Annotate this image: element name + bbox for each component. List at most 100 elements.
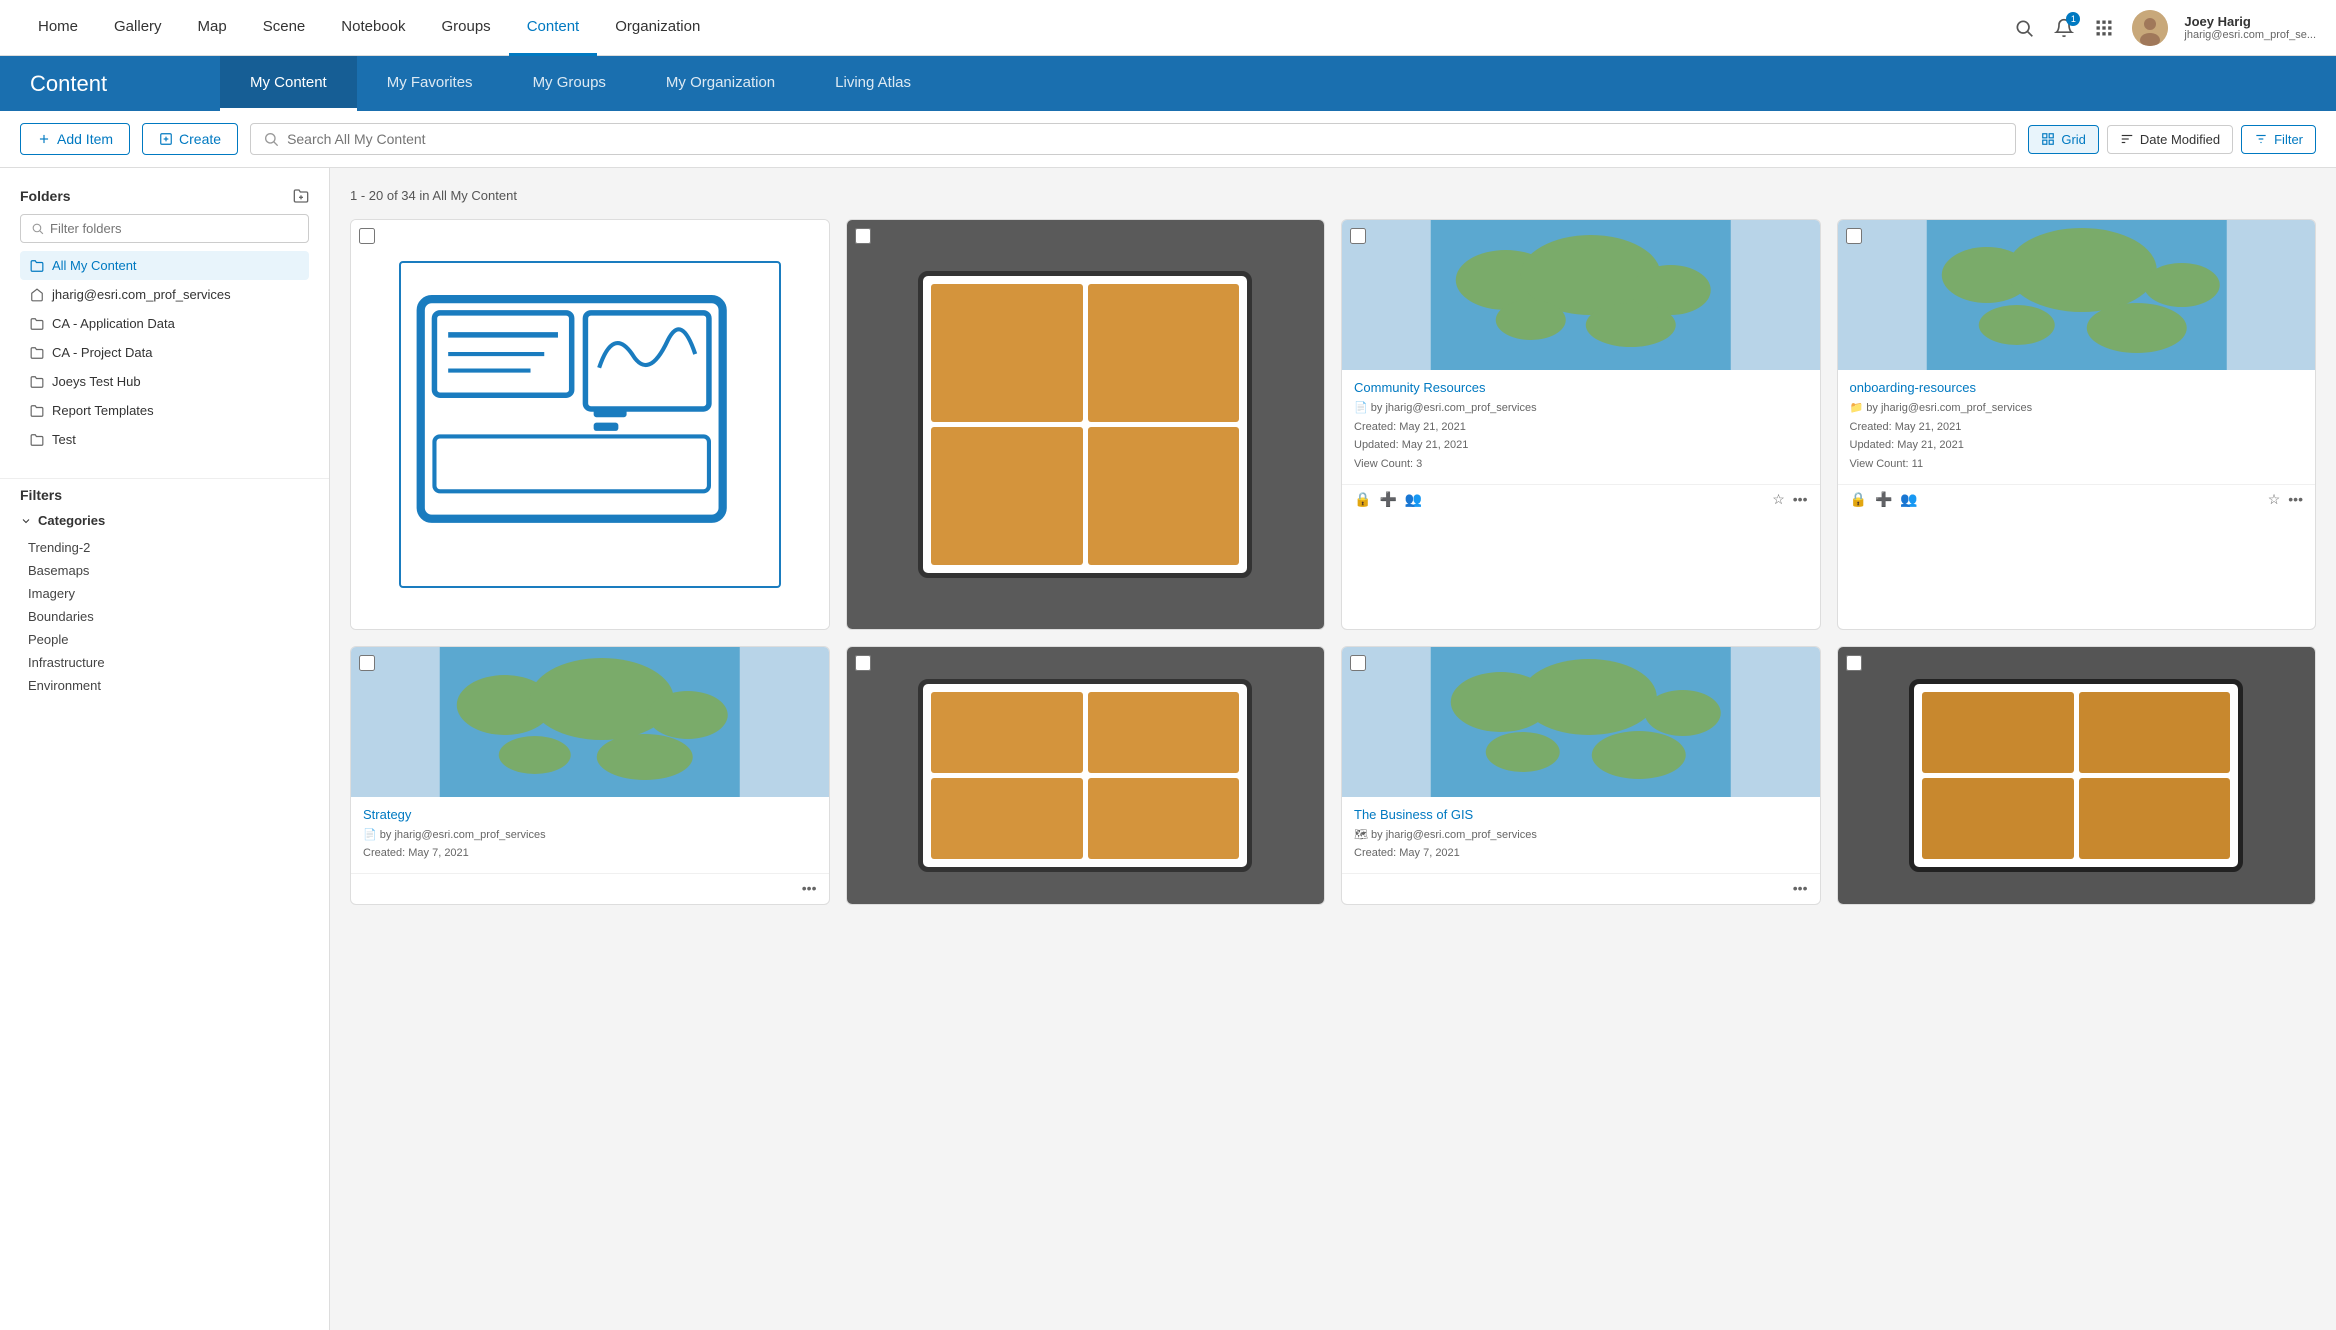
tab-living-atlas[interactable]: Living Atlas xyxy=(805,56,941,111)
card-6-checkbox[interactable] xyxy=(855,655,871,671)
add-icon[interactable]: ➕ xyxy=(1875,491,1892,508)
card-7-checkbox[interactable] xyxy=(1350,655,1366,671)
nav-scene[interactable]: Scene xyxy=(245,0,324,56)
card-3-actions: 🔒 ➕ 👥 ☆ ••• xyxy=(1342,484,1820,516)
card-4[interactable]: onboarding-resources 📁 by jharig@esri.co… xyxy=(1837,219,2317,630)
folder-user-home[interactable]: jharig@esri.com_prof_services xyxy=(20,280,309,309)
apps-icon[interactable] xyxy=(2092,16,2116,40)
favorite-icon[interactable]: ☆ xyxy=(2268,491,2281,508)
card-8[interactable]: Joeys Test Hub 🗂 by jharig@esri.com_prof… xyxy=(1837,646,2317,905)
filter-basemaps[interactable]: Basemaps xyxy=(20,559,309,582)
card-1-body: CA Web App Statistical Data Coll... 📄 by… xyxy=(351,629,829,630)
tab-my-content[interactable]: My Content xyxy=(220,56,357,111)
folder-ca-proj-label: CA - Project Data xyxy=(52,345,152,360)
card-5[interactable]: Strategy 📄 by jharig@esri.com_prof_servi… xyxy=(350,646,830,905)
folder-report-templates[interactable]: Report Templates xyxy=(20,396,309,425)
card-5-actions: ••• xyxy=(351,873,829,904)
folder-joeys-label: Joeys Test Hub xyxy=(52,374,141,389)
card-8-body: Joeys Test Hub 🗂 by jharig@esri.com_prof… xyxy=(1838,904,2316,905)
folders-section: Folders All My Content jharig@esri.com_p… xyxy=(0,188,329,470)
filter-imagery[interactable]: Imagery xyxy=(20,582,309,605)
card-5-title[interactable]: Strategy xyxy=(363,807,817,822)
card-4-title[interactable]: onboarding-resources xyxy=(1850,380,2304,395)
filter-people[interactable]: People xyxy=(20,628,309,651)
nav-notebook[interactable]: Notebook xyxy=(323,0,423,56)
nav-gallery[interactable]: Gallery xyxy=(96,0,180,56)
user-name: Joey Harig xyxy=(2184,14,2316,29)
nav-content[interactable]: Content xyxy=(509,0,598,56)
card-3[interactable]: Community Resources 📄 by jharig@esri.com… xyxy=(1341,219,1821,630)
categories-title: Categories xyxy=(38,513,105,528)
folders-title: Folders xyxy=(20,188,309,204)
folder-ca-app-icon xyxy=(30,317,44,331)
filter-folders-icon xyxy=(31,222,44,235)
more-icon[interactable]: ••• xyxy=(2288,491,2303,507)
folder-ca-project[interactable]: CA - Project Data xyxy=(20,338,309,367)
search-input[interactable] xyxy=(287,131,2003,147)
favorite-icon[interactable]: ☆ xyxy=(1772,491,1785,508)
notification-icon[interactable]: 1 xyxy=(2052,16,2076,40)
lock-icon[interactable]: 🔒 xyxy=(1850,491,1867,508)
avatar[interactable] xyxy=(2132,10,2168,46)
folder-ca-application[interactable]: CA - Application Data xyxy=(20,309,309,338)
card-2[interactable]: The Business of GIS 🗂 by jharig@esri.com… xyxy=(846,219,1326,630)
new-folder-icon[interactable] xyxy=(293,188,309,204)
card-7[interactable]: The Business of GIS 🗺 by jharig@esri.com… xyxy=(1341,646,1821,905)
folder-home-icon xyxy=(30,288,44,302)
search-bar xyxy=(250,123,2016,155)
card-3-checkbox[interactable] xyxy=(1350,228,1366,244)
more-icon[interactable]: ••• xyxy=(1793,491,1808,507)
create-button[interactable]: Create xyxy=(142,123,238,155)
tab-my-favorites[interactable]: My Favorites xyxy=(357,56,503,111)
filter-folders-input[interactable] xyxy=(50,221,298,236)
nav-map[interactable]: Map xyxy=(180,0,245,56)
folder-all-label: All My Content xyxy=(52,258,137,273)
filter-environment[interactable]: Environment xyxy=(20,674,309,697)
card-3-body: Community Resources 📄 by jharig@esri.com… xyxy=(1342,370,1820,484)
nav-home[interactable]: Home xyxy=(20,0,96,56)
card-4-checkbox[interactable] xyxy=(1846,228,1862,244)
categories-toggle[interactable]: Categories xyxy=(20,513,309,528)
folder-joeys-hub[interactable]: Joeys Test Hub xyxy=(20,367,309,396)
card-3-title[interactable]: Community Resources xyxy=(1354,380,1808,395)
folder-ca-proj-icon xyxy=(30,346,44,360)
card-1[interactable]: CA Web App Statistical Data Coll... 📄 by… xyxy=(350,219,830,630)
group-icon[interactable]: 👥 xyxy=(1405,491,1422,508)
user-info[interactable]: Joey Harig jharig@esri.com_prof_se... xyxy=(2184,14,2316,41)
filters-section: Filters Categories Trending-2 Basemaps I… xyxy=(0,487,329,697)
filter-infrastructure[interactable]: Infrastructure xyxy=(20,651,309,674)
more-icon[interactable]: ••• xyxy=(802,880,817,896)
nav-groups[interactable]: Groups xyxy=(423,0,508,56)
filter-label: Filter xyxy=(2274,132,2303,147)
tab-my-groups[interactable]: My Groups xyxy=(503,56,636,111)
folder-filter xyxy=(20,214,309,243)
card-2-thumb xyxy=(847,220,1325,629)
card-7-title[interactable]: The Business of GIS xyxy=(1354,807,1808,822)
lock-icon[interactable]: 🔒 xyxy=(1354,491,1371,508)
card-2-checkbox[interactable] xyxy=(855,228,871,244)
card-4-author: 📁 by jharig@esri.com_prof_services xyxy=(1850,399,2304,418)
notification-badge: 1 xyxy=(2066,12,2080,26)
more-icon[interactable]: ••• xyxy=(1793,880,1808,896)
filter-button[interactable]: Filter xyxy=(2241,125,2316,154)
add-item-button[interactable]: Add Item xyxy=(20,123,130,155)
group-icon[interactable]: 👥 xyxy=(1900,491,1917,508)
card-8-checkbox[interactable] xyxy=(1846,655,1862,671)
grid-label: Grid xyxy=(2061,132,2086,147)
add-icon[interactable]: ➕ xyxy=(1379,491,1396,508)
card-6[interactable]: Joeys Test Hub copy 🗂 by jharig@esri.com… xyxy=(846,646,1326,905)
search-icon[interactable] xyxy=(2012,16,2036,40)
filter-trending[interactable]: Trending-2 xyxy=(20,536,309,559)
filter-boundaries[interactable]: Boundaries xyxy=(20,605,309,628)
card-6-thumb xyxy=(847,647,1325,904)
tab-my-organization[interactable]: My Organization xyxy=(636,56,805,111)
card-5-checkbox[interactable] xyxy=(359,655,375,671)
search-icon xyxy=(263,131,279,147)
nav-organization[interactable]: Organization xyxy=(597,0,718,56)
folder-all-my-content[interactable]: All My Content xyxy=(20,251,309,280)
grid-view-button[interactable]: Grid xyxy=(2028,125,2099,154)
folder-test[interactable]: Test xyxy=(20,425,309,454)
card-8-thumb xyxy=(1838,647,2316,904)
sort-button[interactable]: Date Modified xyxy=(2107,125,2233,154)
card-1-checkbox[interactable] xyxy=(359,228,375,244)
